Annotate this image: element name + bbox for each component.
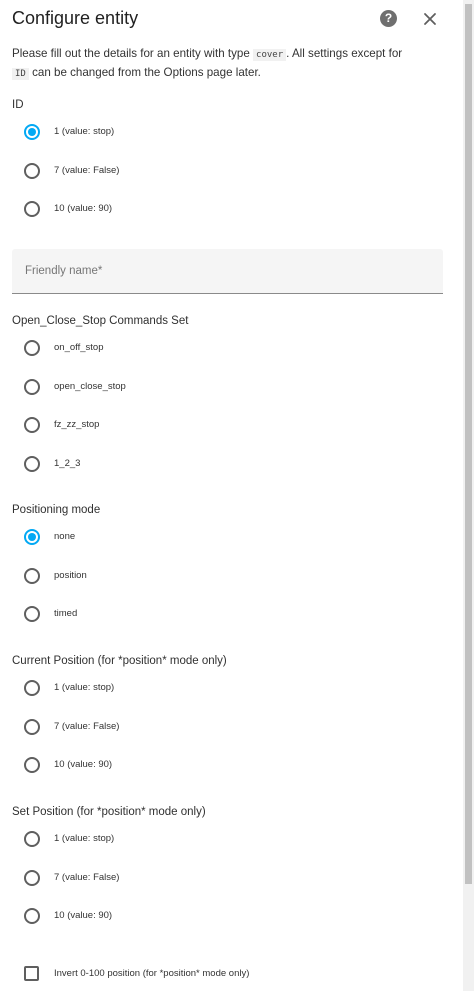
current-position-radio[interactable] (24, 718, 40, 735)
set-position-option[interactable]: 1 (value: stop) (24, 830, 424, 850)
positioning-mode-radio[interactable] (24, 606, 40, 622)
current-position-radio[interactable] (24, 680, 40, 696)
current-position-option[interactable]: 7 (value: False) (24, 718, 424, 738)
current-position-option[interactable]: 1 (value: stop) (24, 679, 424, 699)
commands-set-option-label: 1_2_3 (54, 457, 81, 469)
positioning-mode-label: Positioning mode (12, 504, 101, 516)
id-option-label: 1 (value: stop) (54, 126, 115, 137)
current-position-option-label: 10 (value: 90) (54, 759, 113, 770)
friendly-name-field[interactable] (12, 249, 443, 294)
set-position-label: Set Position (for *position* mode only) (12, 806, 206, 818)
positioning-mode-option[interactable]: position (24, 567, 424, 587)
current-position-option-label: 7 (value: False) (54, 720, 120, 732)
scrollbar-thumb[interactable] (465, 4, 472, 884)
commands-set-radio[interactable] (24, 378, 40, 395)
set-position-option[interactable]: 10 (value: 90) (24, 907, 424, 927)
set-position-radio[interactable] (24, 831, 40, 847)
set-position-option-label: 1 (value: stop) (54, 833, 115, 844)
scrollbar[interactable] (463, 0, 474, 991)
help-icon[interactable]: ? (380, 10, 397, 27)
current-position-label: Current Position (for *position* mode on… (12, 655, 227, 667)
current-position-radio[interactable] (24, 757, 40, 773)
commands-set-option[interactable]: open_close_stop (24, 378, 424, 398)
positioning-mode-option[interactable]: timed (24, 605, 424, 625)
configure-entity-dialog: Configure entity ? Please fill out the d… (0, 0, 463, 991)
positioning-mode-option-label: position (54, 569, 87, 581)
set-position-option-label: 7 (value: False) (54, 871, 120, 883)
id-option-label: 7 (value: False) (54, 164, 120, 176)
commands-set-option[interactable]: fz_zz_stop (24, 416, 424, 436)
commands-set-option-label: open_close_stop (54, 380, 126, 392)
id-option[interactable]: 10 (value: 90) (24, 200, 424, 220)
id-label: ID (12, 99, 24, 111)
commands-set-option[interactable]: 1_2_3 (24, 455, 424, 475)
friendly-name-input[interactable] (12, 249, 443, 293)
id-radio[interactable] (24, 162, 40, 179)
dialog-description: Please fill out the details for an entit… (12, 47, 403, 80)
positioning-mode-radio[interactable] (24, 567, 40, 584)
positioning-mode-option-label: timed (54, 608, 78, 619)
commands-set-option-label: fz_zz_stop (54, 419, 100, 430)
positioning-mode-option[interactable]: none (24, 528, 424, 548)
id-option[interactable]: 1 (value: stop) (24, 123, 424, 143)
invert-position-option[interactable]: Invert 0-100 position (for *position* mo… (24, 965, 444, 983)
invert-position-label: Invert 0-100 position (for *position* mo… (54, 968, 250, 979)
dialog-title: Configure entity (12, 8, 139, 28)
commands-set-radio[interactable] (24, 340, 40, 356)
commands-set-option[interactable]: on_off_stop (24, 339, 424, 359)
commands-set-option-label: on_off_stop (54, 342, 104, 353)
set-position-radio[interactable] (24, 908, 40, 924)
id-option-label: 10 (value: 90) (54, 203, 113, 214)
dialog-header: Configure entity ? (12, 6, 452, 34)
set-position-radio[interactable] (24, 869, 40, 886)
id-radio[interactable] (24, 201, 40, 217)
invert-position-checkbox[interactable] (24, 966, 39, 981)
positioning-mode-radio[interactable] (24, 529, 40, 545)
positioning-mode-option-label: none (54, 531, 76, 542)
entity-type-code: cover (253, 49, 287, 61)
id-radio[interactable] (24, 124, 40, 140)
id-code: ID (12, 68, 29, 80)
commands-set-label: Open_Close_Stop Commands Set (12, 315, 189, 327)
set-position-option-label: 10 (value: 90) (54, 910, 113, 921)
commands-set-radio[interactable] (24, 455, 40, 472)
current-position-option-label: 1 (value: stop) (54, 682, 115, 693)
id-option[interactable]: 7 (value: False) (24, 162, 424, 182)
set-position-option[interactable]: 7 (value: False) (24, 869, 424, 889)
close-icon[interactable] (422, 11, 438, 27)
commands-set-radio[interactable] (24, 417, 40, 433)
current-position-option[interactable]: 10 (value: 90) (24, 756, 424, 776)
